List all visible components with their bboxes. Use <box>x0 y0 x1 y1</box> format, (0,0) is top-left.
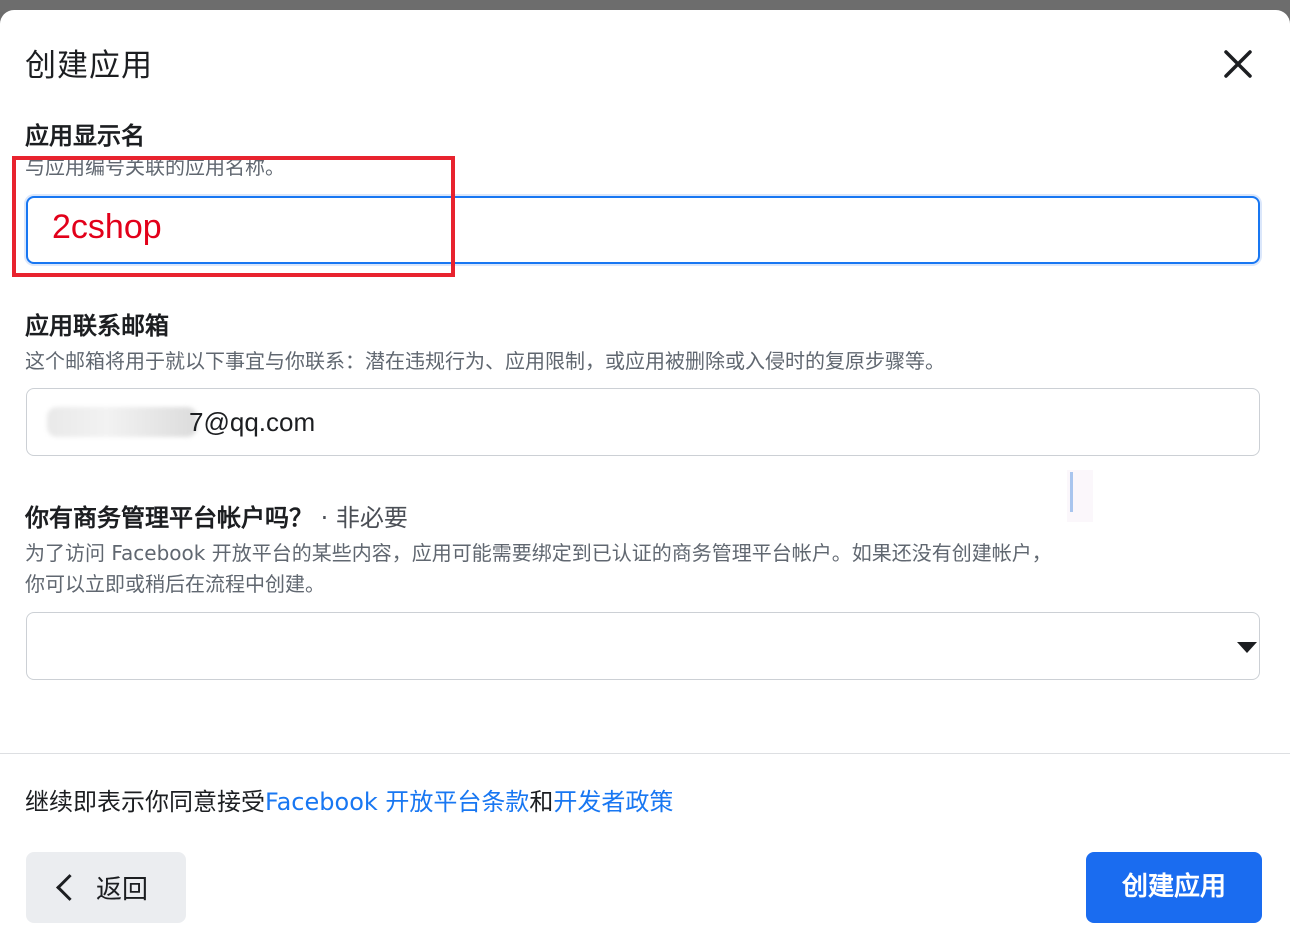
contact-email-value: 7@qq.com <box>189 407 316 437</box>
chevron-left-icon <box>56 874 83 901</box>
contact-email-label: 应用联系邮箱 <box>25 312 169 340</box>
dialog-title: 创建应用 <box>25 48 153 84</box>
dropdown-arrow-icon[interactable] <box>1237 642 1257 653</box>
terms-mid: 和 <box>529 788 554 816</box>
create-app-button[interactable]: 创建应用 <box>1086 852 1262 923</box>
terms-prefix: 继续即表示你同意接受 <box>25 788 265 816</box>
create-app-dialog: 创建应用 应用显示名 与应用编号关联的应用名称。 2cshop 应用联系邮箱 这… <box>0 10 1290 936</box>
terms-text: 继续即表示你同意接受Facebook 开放平台条款和开发者政策 <box>25 782 673 817</box>
highlight-annotation-box <box>12 156 455 277</box>
contact-email-description: 这个邮箱将用于就以下事宜与你联系：潜在违规行为、应用限制，或应用被删除或入侵时的… <box>25 349 945 373</box>
footer-divider <box>0 753 1290 754</box>
business-account-question: 你有商务管理平台帐户吗？ <box>25 504 313 532</box>
close-icon[interactable] <box>1220 46 1256 82</box>
business-account-description-line1: 为了访问 Facebook 开放平台的某些内容，应用可能需要绑定到已认证的商务管… <box>25 541 1052 565</box>
developer-policy-link[interactable]: 开发者政策 <box>553 788 673 816</box>
contact-email-input[interactable]: 7@qq.com <box>26 388 1260 456</box>
optional-tag: · 非必要 <box>313 504 408 532</box>
business-account-select[interactable] <box>26 612 1260 680</box>
back-button[interactable]: 返回 <box>26 852 186 923</box>
redacted-email-blur <box>47 407 197 437</box>
back-button-label: 返回 <box>96 875 149 905</box>
display-name-label: 应用显示名 <box>25 122 145 150</box>
business-account-description-line2: 你可以立即或稍后在流程中创建。 <box>25 572 325 596</box>
business-account-label: 你有商务管理平台帐户吗？ · 非必要 <box>25 498 408 533</box>
text-cursor-artifact <box>1067 470 1093 522</box>
platform-terms-link[interactable]: Facebook 开放平台条款 <box>265 788 529 816</box>
business-account-description: 为了访问 Facebook 开放平台的某些内容，应用可能需要绑定到已认证的商务管… <box>25 538 1255 600</box>
